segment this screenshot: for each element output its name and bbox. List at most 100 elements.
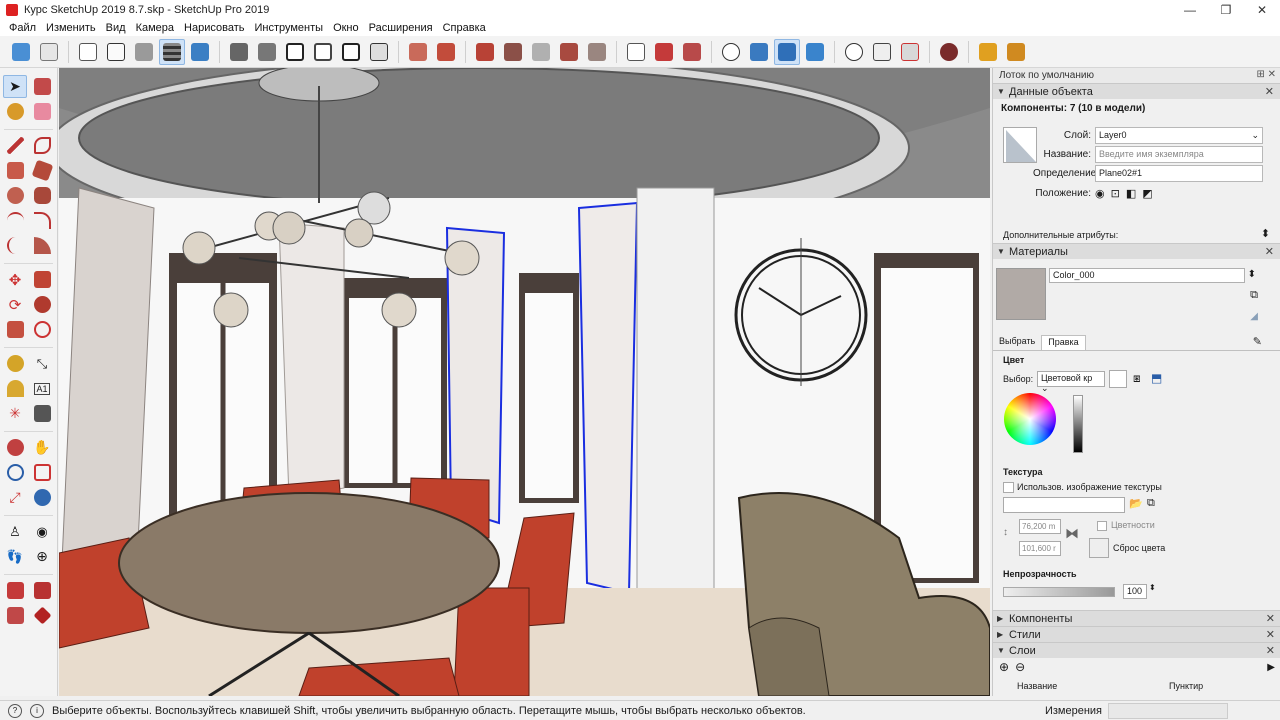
move-button[interactable]: ✥: [3, 268, 27, 291]
ruby-left-button[interactable]: [30, 604, 54, 627]
section-plane-button[interactable]: [623, 39, 649, 65]
right-view-button[interactable]: [310, 39, 336, 65]
layers-close-icon[interactable]: ✕: [1266, 644, 1275, 657]
left-view-button[interactable]: [366, 39, 392, 65]
push-pull-button[interactable]: [30, 268, 54, 291]
match-model-color-icon[interactable]: ⧆: [1133, 371, 1141, 386]
line-tool-button[interactable]: [3, 134, 27, 157]
visibility-eye-icon[interactable]: ◉: [1095, 187, 1105, 200]
instructor-icon[interactable]: i: [30, 703, 44, 718]
texture-width-input[interactable]: 76,200 m: [1019, 519, 1061, 534]
add-layer-icon[interactable]: ⊕: [999, 660, 1009, 674]
extension-warehouse-button[interactable]: [679, 39, 705, 65]
styles-close-icon[interactable]: ✕: [1266, 628, 1275, 641]
tab-edit[interactable]: Правка: [1041, 335, 1086, 350]
orbit-button[interactable]: [3, 436, 27, 459]
look-around-button[interactable]: [746, 39, 772, 65]
3d-text-button[interactable]: [30, 402, 54, 425]
menu-tools[interactable]: Инструменты: [249, 22, 328, 34]
smoove-button[interactable]: [472, 39, 498, 65]
look-around-left-button[interactable]: ◉: [30, 520, 54, 543]
follow-me-button[interactable]: [30, 293, 54, 316]
orbit-cube-button[interactable]: [802, 39, 828, 65]
section-display-button[interactable]: [841, 39, 867, 65]
layer-select[interactable]: Layer0 ⌄: [1095, 127, 1263, 144]
opacity-stepper-icon[interactable]: ⬍: [1149, 583, 1156, 592]
make-component-button[interactable]: [30, 75, 54, 98]
section-cuts-button[interactable]: [869, 39, 895, 65]
edit-texture-icon[interactable]: ⧉: [1147, 497, 1155, 510]
geo-location-icon[interactable]: ?: [8, 703, 22, 718]
lock-icon[interactable]: ⊡: [1111, 187, 1120, 200]
circle-button[interactable]: [3, 184, 27, 207]
rotated-rectangle-button[interactable]: [30, 159, 54, 182]
close-button[interactable]: ✕: [1244, 0, 1280, 20]
use-texture-checkbox[interactable]: [1003, 482, 1014, 493]
text-button[interactable]: A1: [30, 377, 54, 400]
add-detail-button[interactable]: [556, 39, 582, 65]
maximize-button[interactable]: ❐: [1208, 0, 1244, 20]
arc-button[interactable]: [3, 209, 27, 232]
position-camera-button[interactable]: [718, 39, 744, 65]
extension-tool-1-button[interactable]: [975, 39, 1001, 65]
display-secondary-icon[interactable]: ⬍: [1248, 269, 1256, 280]
top-view-button[interactable]: [254, 39, 280, 65]
menu-help[interactable]: Справка: [438, 22, 491, 34]
cast-shadows-icon[interactable]: ◩: [1142, 187, 1152, 200]
ruby-console-button[interactable]: [936, 39, 962, 65]
tray-pin-close[interactable]: ⊞ ✕: [1256, 69, 1276, 80]
entity-info-header[interactable]: ▼ Данные объекта ✕: [993, 83, 1280, 99]
extension-tool-2-button[interactable]: [1003, 39, 1029, 65]
colorize-checkbox[interactable]: [1097, 521, 1107, 531]
measurements-input[interactable]: [1108, 703, 1228, 719]
freehand-button[interactable]: [30, 134, 54, 157]
model-viewport[interactable]: [59, 68, 990, 696]
shaded-button[interactable]: [131, 39, 157, 65]
eyedropper-icon[interactable]: ✎: [1253, 335, 1262, 348]
entity-info-close-icon[interactable]: ✕: [1265, 85, 1274, 98]
match-screen-color-icon[interactable]: ⬒: [1151, 371, 1162, 385]
expand-attributes-icon[interactable]: ⬍: [1261, 227, 1270, 240]
menu-extensions[interactable]: Расширения: [364, 22, 438, 34]
position-camera-left-button[interactable]: ♙: [3, 520, 27, 543]
components-header[interactable]: ▶ Компоненты ✕: [993, 610, 1280, 626]
browse-folder-icon[interactable]: 📂: [1129, 497, 1143, 510]
color-picker-select[interactable]: Цветовой кр ⌄: [1037, 371, 1105, 393]
menu-window[interactable]: Окно: [328, 22, 364, 34]
walk-left-button[interactable]: 👣: [3, 545, 27, 568]
materials-header[interactable]: ▼ Материалы ✕: [993, 243, 1280, 259]
tape-measure-button[interactable]: [3, 352, 27, 375]
wireframe-button[interactable]: [75, 39, 101, 65]
components-close-icon[interactable]: ✕: [1266, 612, 1275, 625]
scale-button[interactable]: [3, 318, 27, 341]
previous-view-button[interactable]: [30, 486, 54, 509]
styles-header[interactable]: ▶ Стили ✕: [993, 626, 1280, 642]
eraser-button[interactable]: [30, 100, 54, 123]
minimize-button[interactable]: —: [1172, 0, 1208, 20]
drape-button[interactable]: [528, 39, 554, 65]
stamp-button[interactable]: [500, 39, 526, 65]
front-view-button[interactable]: [282, 39, 308, 65]
pie-button[interactable]: [30, 234, 54, 257]
brightness-slider[interactable]: [1073, 395, 1083, 453]
flip-edge-button[interactable]: [584, 39, 610, 65]
xray-style-button[interactable]: [8, 39, 34, 65]
color-preview-swatch[interactable]: [1109, 370, 1127, 388]
menu-view[interactable]: Вид: [101, 22, 131, 34]
menu-draw[interactable]: Нарисовать: [179, 22, 249, 34]
polygon-button[interactable]: [30, 184, 54, 207]
warehouse-button[interactable]: [651, 39, 677, 65]
iso-view-button[interactable]: [226, 39, 252, 65]
opacity-input[interactable]: 100: [1123, 584, 1147, 599]
menu-file[interactable]: Файл: [4, 22, 41, 34]
layers-header[interactable]: ▼ Слои ✕: [993, 642, 1280, 658]
reset-color-swatch[interactable]: [1089, 538, 1109, 558]
materials-close-icon[interactable]: ✕: [1265, 245, 1274, 258]
sandbox-from-contours-button[interactable]: [405, 39, 431, 65]
opacity-slider[interactable]: [1003, 587, 1115, 597]
warehouse-left-button[interactable]: [3, 579, 27, 602]
export-button[interactable]: [3, 604, 27, 627]
rectangle-button[interactable]: [3, 159, 27, 182]
back-edges-button[interactable]: [36, 39, 62, 65]
shaded-textures-button[interactable]: [159, 38, 185, 65]
